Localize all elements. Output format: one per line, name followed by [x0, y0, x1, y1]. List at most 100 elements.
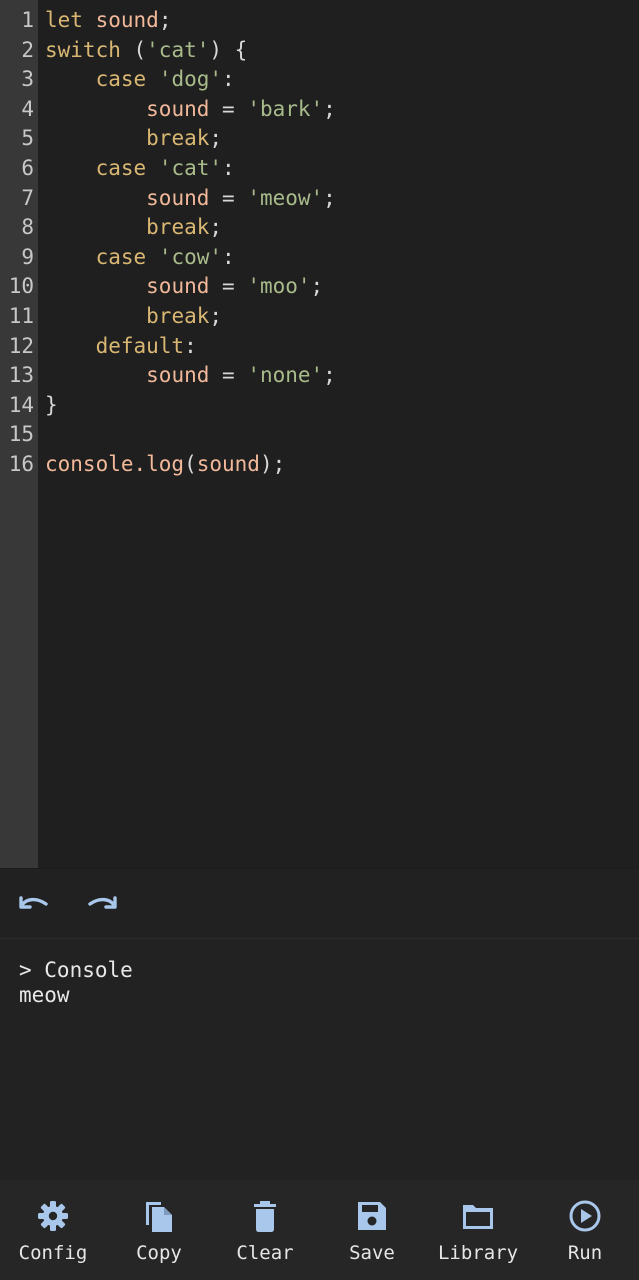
- code-line[interactable]: 6 case 'cat':: [0, 154, 639, 184]
- code-text: break;: [45, 213, 222, 243]
- console-header: > Console: [19, 958, 133, 982]
- code-token: 'moo': [247, 274, 311, 299]
- code-line[interactable]: 16 console.log(sound);: [0, 450, 639, 480]
- run-button[interactable]: Run: [532, 1180, 638, 1280]
- config-button[interactable]: Config: [0, 1180, 106, 1280]
- code-token: );: [259, 452, 286, 476]
- clear-label: Clear: [236, 1242, 294, 1264]
- code-token: console.log: [45, 452, 185, 476]
- line-number: 16: [8, 452, 34, 476]
- code-line[interactable]: 7 sound = 'meow';: [0, 184, 639, 214]
- copy-button[interactable]: Copy: [106, 1180, 212, 1280]
- code-token: sound: [146, 185, 210, 210]
- code-editor[interactable]: 1 let sound; 2 switch ('cat') {3 case 'dog'…: [0, 0, 639, 868]
- code-token: :: [184, 333, 197, 358]
- copy-icon: [146, 1202, 172, 1232]
- code-text: sound = 'bark';: [45, 95, 336, 125]
- code-text: default:: [45, 332, 197, 362]
- code-text: console.log(sound);: [45, 450, 285, 480]
- code-line[interactable]: 12 default:: [0, 332, 639, 362]
- bottom-navigation: Config Copy Clear Save Library Run: [0, 1180, 639, 1280]
- code-text: break;: [45, 124, 222, 154]
- code-token: sound: [146, 96, 210, 121]
- library-label: Library: [437, 1242, 519, 1264]
- run-label: Run: [567, 1242, 603, 1264]
- code-text: sound = 'moo';: [45, 272, 323, 302]
- code-token: 'cat': [158, 156, 223, 180]
- code-line[interactable]: 9 case 'cow':: [0, 243, 639, 273]
- code-token: switch: [45, 37, 121, 62]
- line-number: 15: [8, 422, 34, 447]
- code-line[interactable]: 3 case 'dog':: [0, 65, 639, 95]
- code-line[interactable]: 11 break;: [0, 302, 639, 332]
- code-text: let sound;: [45, 6, 171, 36]
- library-button[interactable]: Library: [425, 1180, 531, 1280]
- line-number: 7: [21, 185, 34, 210]
- code-token: case: [95, 244, 147, 269]
- code-line[interactable]: 1 let sound;: [0, 6, 639, 36]
- code-line[interactable]: 13 sound = 'none';: [0, 361, 639, 391]
- code-token: 'cow': [158, 244, 223, 269]
- code-token: ;: [158, 8, 172, 32]
- code-token: sound: [196, 452, 260, 476]
- undo-icon: [19, 896, 48, 909]
- code-token: :: [222, 244, 235, 269]
- line-number: 6: [21, 156, 34, 180]
- code-token: ;: [209, 126, 223, 151]
- code-token: 'dog': [158, 67, 223, 92]
- code-token: break: [146, 126, 210, 151]
- code-token: (: [184, 452, 197, 476]
- clear-button[interactable]: Clear: [212, 1180, 318, 1280]
- code-token: :: [222, 67, 235, 92]
- code-token: break: [146, 215, 210, 240]
- line-number: 3: [21, 67, 34, 92]
- code-text: case 'cow':: [45, 243, 235, 273]
- undo-button[interactable]: [14, 889, 54, 923]
- code-line[interactable]: 10 sound = 'moo';: [0, 272, 639, 302]
- code-line[interactable]: 4 sound = 'bark';: [0, 95, 639, 125]
- save-button[interactable]: Save: [319, 1180, 425, 1280]
- line-number: 12: [8, 333, 34, 358]
- code-text: sound = 'meow';: [45, 184, 336, 214]
- code-token: let: [45, 8, 83, 32]
- code-token: (: [120, 37, 147, 62]
- line-number: 2: [21, 37, 34, 62]
- code-token: ;: [209, 215, 223, 240]
- code-line[interactable]: 2 switch ('cat') {: [0, 36, 639, 66]
- redo-button[interactable]: [82, 889, 122, 923]
- gear-icon: [38, 1201, 68, 1231]
- save-label: Save: [349, 1242, 395, 1264]
- code-token: ;: [323, 185, 336, 210]
- code-text: case 'dog':: [45, 65, 235, 95]
- line-number: 13: [8, 363, 34, 388]
- code-line[interactable]: 15: [0, 420, 639, 450]
- code-line[interactable]: 5 break;: [0, 124, 639, 154]
- code-token: =: [209, 96, 248, 121]
- code-text: }: [45, 391, 58, 421]
- code-token: case: [95, 156, 147, 180]
- save-icon: [358, 1202, 386, 1230]
- code-line[interactable]: 14}: [0, 391, 639, 421]
- code-token: 'cat': [146, 37, 210, 62]
- code-token: ) {: [209, 37, 248, 62]
- line-number: 11: [8, 304, 34, 328]
- line-number: 5: [21, 126, 34, 151]
- console-output: meow: [19, 983, 70, 1007]
- code-text: switch ('cat') {: [45, 36, 247, 66]
- line-number: 8: [21, 215, 34, 240]
- copy-label: Copy: [136, 1242, 182, 1264]
- line-number: 1: [21, 8, 34, 32]
- code-editor-app: 1 let sound; 2 switch ('cat') {3 case 'dog'…: [0, 0, 639, 1280]
- code-token: =: [209, 185, 248, 210]
- code-line[interactable]: 8 break;: [0, 213, 639, 243]
- code-token: sound: [95, 8, 159, 32]
